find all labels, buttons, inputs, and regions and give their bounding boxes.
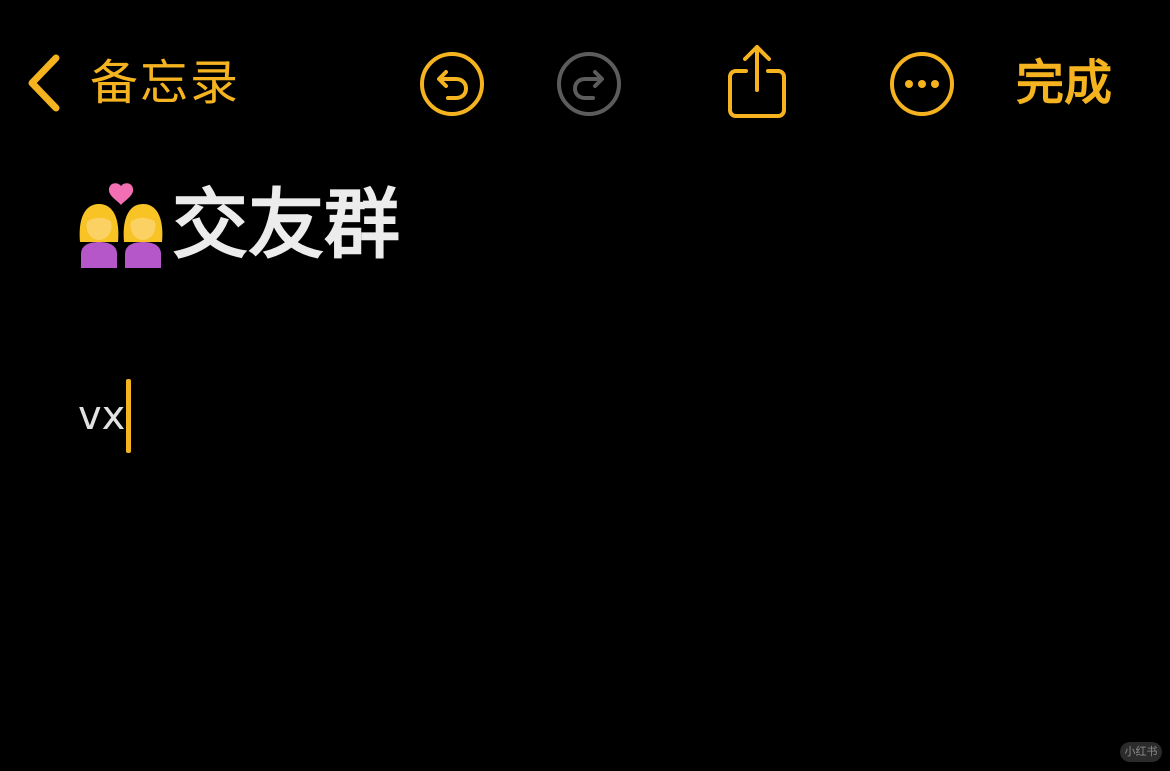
couple-with-heart-icon bbox=[78, 182, 164, 268]
note-body[interactable]: vx bbox=[78, 378, 132, 454]
navigation-toolbar: 备忘录 完成 bbox=[0, 0, 1170, 160]
chevron-left-icon bbox=[22, 50, 66, 116]
note-title-text: 交友群 bbox=[172, 180, 400, 269]
more-icon bbox=[888, 50, 956, 118]
back-button-label: 备忘录 bbox=[90, 55, 241, 111]
more-button[interactable] bbox=[888, 50, 956, 118]
undo-button[interactable] bbox=[418, 50, 486, 118]
note-editor[interactable]: 交友群 vx bbox=[78, 170, 1128, 453]
note-body-text: vx bbox=[78, 393, 126, 439]
undo-icon bbox=[418, 50, 486, 118]
back-button[interactable]: 备忘录 bbox=[22, 50, 240, 116]
redo-icon bbox=[555, 50, 623, 118]
redo-button[interactable] bbox=[555, 50, 623, 118]
watermark-badge: 小红书 bbox=[1120, 742, 1162, 762]
done-button[interactable]: 完成 bbox=[1016, 50, 1112, 116]
share-button[interactable] bbox=[724, 42, 790, 120]
text-cursor bbox=[126, 379, 132, 453]
note-title[interactable]: 交友群 bbox=[78, 170, 1128, 280]
share-icon bbox=[724, 42, 790, 120]
